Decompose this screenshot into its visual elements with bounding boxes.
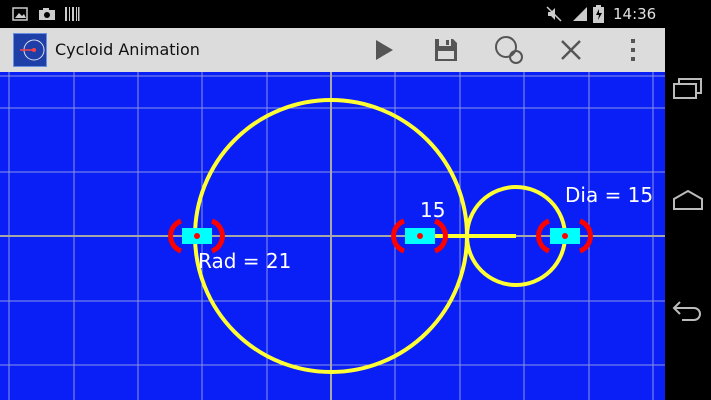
status-bar: 14:36 — [0, 0, 665, 28]
circles-icon — [495, 36, 523, 64]
arm-label: 15 — [420, 198, 445, 222]
barcode-icon — [64, 0, 80, 28]
close-icon — [561, 40, 581, 60]
play-icon — [376, 40, 393, 60]
cycloid-canvas[interactable]: Rad = 21 15 Dia = 15 — [0, 72, 665, 400]
navigation-bar — [665, 0, 711, 400]
save-button[interactable] — [424, 28, 468, 72]
home-icon — [673, 189, 703, 210]
home-button[interactable] — [665, 177, 711, 223]
battery-charging-icon — [593, 0, 605, 28]
circles-button[interactable] — [487, 28, 531, 72]
back-button[interactable] — [665, 287, 711, 333]
clock: 14:36 — [613, 5, 657, 23]
recent-apps-icon — [673, 78, 702, 99]
overflow-menu-button[interactable] — [611, 28, 655, 72]
signal-icon — [572, 0, 588, 28]
mute-icon — [546, 0, 562, 28]
app-title: Cycloid Animation — [55, 40, 200, 59]
radius-label: Rad = 21 — [198, 249, 291, 273]
app-logo-icon — [13, 33, 47, 67]
image-icon — [12, 0, 28, 28]
action-bar: Cycloid Animation — [0, 28, 665, 72]
overflow-menu-icon — [631, 39, 635, 61]
camera-icon — [38, 0, 56, 28]
diameter-label: Dia = 15 — [565, 183, 653, 207]
close-button[interactable] — [549, 28, 593, 72]
recent-apps-button[interactable] — [665, 66, 711, 112]
play-button[interactable] — [362, 28, 406, 72]
save-icon — [435, 39, 457, 61]
back-icon — [672, 301, 701, 321]
